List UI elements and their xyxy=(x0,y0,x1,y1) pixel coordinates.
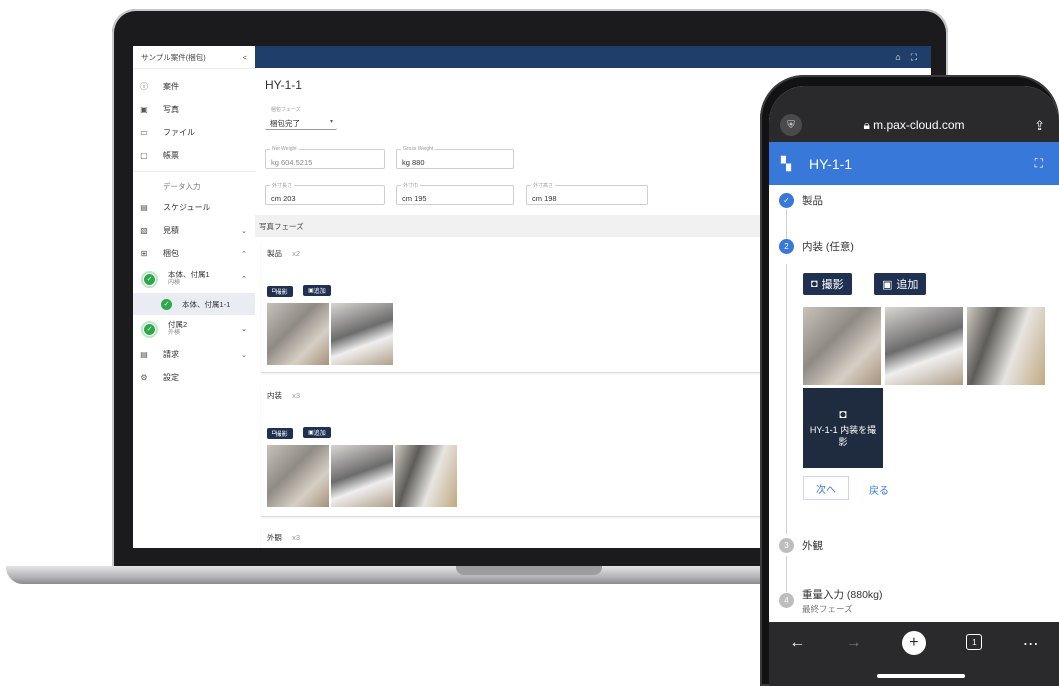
sidebar-item-estimate[interactable]: ▧ 見積 ⌄ xyxy=(133,219,255,242)
check-circle-icon: ✓ xyxy=(144,273,155,285)
url-text: m.pax-cloud.com xyxy=(873,118,965,132)
packing-phase-select[interactable]: 梱包フェーズ 梱包完了 ▾ xyxy=(265,106,337,130)
forward-arrow-icon[interactable]: → xyxy=(846,634,862,652)
privacy-shield-icon[interactable]: ⛨ xyxy=(780,114,802,136)
add-button[interactable]: ▣ 追加 xyxy=(874,273,927,295)
product-photo[interactable] xyxy=(267,303,329,365)
camera-icon: ◘ xyxy=(839,407,847,421)
step-weight-input[interactable]: 4 重量入力 (880kg) 最終フェーズ xyxy=(779,588,883,616)
check-icon: ✓ xyxy=(779,193,794,208)
lock-icon: 🔒︎ xyxy=(863,118,870,132)
sidebar-item-schedule[interactable]: ▤ スケジュール xyxy=(133,196,255,219)
add-button[interactable]: ▣ 追加 xyxy=(303,285,331,296)
laptop-notch xyxy=(456,566,602,575)
estimate-icon: ▧ xyxy=(140,226,148,235)
back-arrow-icon[interactable]: ← xyxy=(789,634,805,652)
grid-icon: ⊞ xyxy=(140,249,148,258)
width-field[interactable]: 外寸巾 cm 195 xyxy=(396,182,514,205)
share-icon[interactable]: ⇪ xyxy=(1034,118,1045,134)
next-button[interactable]: 次へ xyxy=(803,476,849,500)
step-inner-packaging[interactable]: 2 内装 (任意) xyxy=(779,239,854,254)
capture-tile[interactable]: ◘ HY-1-1 内装を撮影 xyxy=(803,388,883,468)
apps-grid-icon[interactable]: ▚ xyxy=(781,156,791,172)
sidebar-item-billing[interactable]: ▤ 請求 ⌄ xyxy=(133,343,255,366)
inner-packaging-photo[interactable] xyxy=(331,445,393,507)
net-weight-field[interactable]: Net Weight kg 604.5215 xyxy=(265,146,385,169)
inner-packaging-photo[interactable] xyxy=(267,445,329,507)
qr-scan-icon[interactable]: ⛶ xyxy=(1035,156,1043,171)
image-icon: ▣ xyxy=(140,105,148,114)
inner-packaging-photo[interactable] xyxy=(885,307,963,385)
phone-screen: ⛨ 🔒︎ m.pax-cloud.com ⇪ ▚ HY-1-1 ⛶ ✓ 製品 2… xyxy=(769,86,1059,686)
document-icon: ▢ xyxy=(140,151,148,160)
height-field[interactable]: 外寸高さ cm 198 xyxy=(526,182,648,205)
chevron-down-icon: ⌄ xyxy=(241,326,247,333)
sidebar-item-photos[interactable]: ▣ 写真 xyxy=(133,98,255,121)
top-app-bar: ⌂ ⛶ xyxy=(255,46,931,68)
add-photo-icon: ▣ xyxy=(882,278,893,291)
inner-packaging-photo[interactable] xyxy=(803,307,881,385)
add-button[interactable]: ▣ 追加 xyxy=(303,427,331,438)
chevron-up-icon: ⌃ xyxy=(241,276,247,283)
chevron-down-icon: ⌄ xyxy=(241,227,247,235)
gross-weight-field[interactable]: Gross Weight kg 880 xyxy=(396,146,514,169)
sidebar-header: サンプル案件(梱包) < xyxy=(133,46,255,69)
more-icon[interactable]: ⋯ xyxy=(1023,634,1039,654)
browser-url-bar: ⛨ 🔒︎ m.pax-cloud.com ⇪ xyxy=(769,86,1059,142)
sidebar: サンプル案件(梱包) < ⓘ 案件 ▣ 写真 ▭ ファイル ▢ 帳票 データ入力… xyxy=(133,46,256,548)
product-photo[interactable] xyxy=(331,303,393,365)
project-title: サンプル案件(梱包) xyxy=(141,52,206,62)
step-exterior[interactable]: 3 外観 xyxy=(779,538,823,553)
check-circle-icon: ✓ xyxy=(161,298,172,310)
back-link[interactable]: 戻る xyxy=(869,482,889,497)
folder-icon: ▭ xyxy=(140,128,148,137)
collapse-sidebar-button[interactable]: < xyxy=(243,53,247,62)
step-product[interactable]: ✓ 製品 xyxy=(779,193,823,208)
billing-icon: ▤ xyxy=(140,350,148,359)
section-label-data-entry: データ入力 xyxy=(163,181,201,191)
sidebar-item-project[interactable]: ⓘ 案件 xyxy=(133,75,255,98)
sidebar-item-settings[interactable]: ⚙ 設定 xyxy=(133,366,255,389)
calendar-icon: ▤ xyxy=(140,203,148,212)
length-field[interactable]: 外寸長さ cm 203 xyxy=(265,182,385,205)
chevron-down-icon: ⌄ xyxy=(241,351,247,359)
sidebar-item-packing[interactable]: ⊞ 梱包 ⌃ xyxy=(133,242,255,265)
shoot-button[interactable]: ◘ 撮影 xyxy=(267,427,293,439)
tabs-button[interactable]: 1 xyxy=(966,634,983,650)
sidebar-item-files[interactable]: ▭ ファイル xyxy=(133,121,255,144)
dropdown-arrow-icon: ▾ xyxy=(329,119,333,125)
app-header: ▚ HY-1-1 ⛶ xyxy=(769,142,1059,185)
sidebar-item-documents[interactable]: ▢ 帳票 xyxy=(133,144,255,167)
scan-icon[interactable]: ⛶ xyxy=(911,52,917,63)
inner-packaging-photo[interactable] xyxy=(967,307,1045,385)
inner-packaging-photo[interactable] xyxy=(395,445,457,507)
home-icon[interactable]: ⌂ xyxy=(895,52,900,62)
home-indicator xyxy=(877,674,965,678)
gear-icon: ⚙ xyxy=(140,373,148,382)
page-title: HY-1-1 xyxy=(809,155,853,172)
sidebar-node-main-accessory-1[interactable]: ✓ 本体、付属1 内検 ⌃ xyxy=(133,265,255,293)
camera-icon: ◘ xyxy=(811,278,818,290)
sidebar-node-accessory-2[interactable]: ✓ 付属2 外検 ⌄ xyxy=(133,315,255,343)
info-icon: ⓘ xyxy=(140,82,148,91)
chevron-up-icon: ⌃ xyxy=(241,250,247,258)
shoot-button[interactable]: ◘ 撮影 xyxy=(803,273,852,295)
check-circle-icon: ✓ xyxy=(144,323,155,335)
shoot-button[interactable]: ◘ 撮影 xyxy=(267,285,293,297)
sidebar-node-main-accessory-1-1[interactable]: ✓ 本体、付属1-1 xyxy=(133,293,255,315)
new-tab-icon[interactable]: + xyxy=(901,631,926,655)
